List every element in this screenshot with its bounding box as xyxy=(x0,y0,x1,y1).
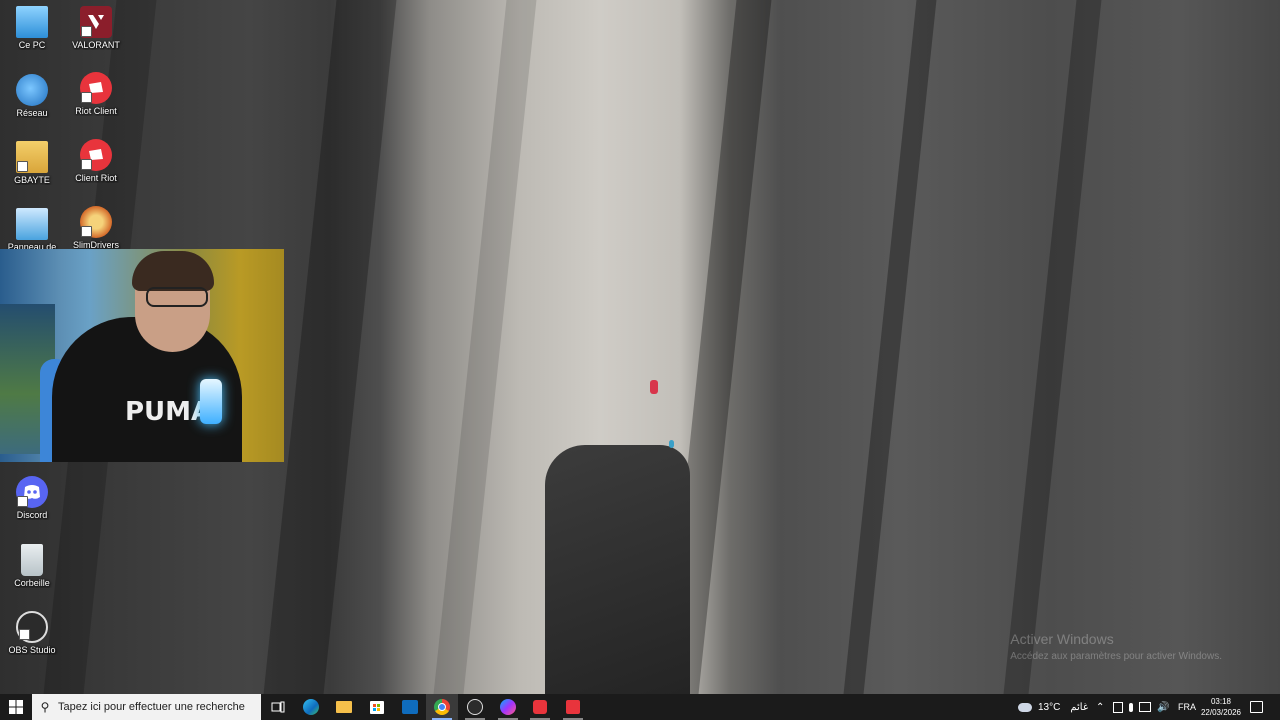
desktop-icon-discord[interactable]: Discord xyxy=(0,476,64,520)
discord-icon xyxy=(16,476,48,508)
taskbar-app-outlook[interactable] xyxy=(394,694,426,720)
desktop-wallpaper: Ce PC VALORANT Réseau Riot Client GBAYTE… xyxy=(0,0,1280,694)
obs-icon xyxy=(16,611,48,643)
desktop-icon-label: VALORANT xyxy=(72,40,120,50)
control-panel-icon xyxy=(16,208,48,240)
desktop-icon-label: OBS Studio xyxy=(8,645,56,655)
taskbar-app-chrome[interactable] xyxy=(426,694,458,720)
start-button[interactable] xyxy=(0,694,32,720)
activate-windows-watermark: Activer Windows Accédez aux paramètres p… xyxy=(1010,631,1222,665)
notification-icon xyxy=(1250,701,1263,713)
weather-temperature: 13°C xyxy=(1038,701,1061,713)
taskbar-app-store[interactable] xyxy=(361,694,393,720)
desktop-icon-label: Riot Client xyxy=(75,106,117,116)
taskbar: ⚲ Tapez ici pour effectuer une recherche xyxy=(0,694,1280,720)
desktop-icon-label: Corbeille xyxy=(14,578,50,588)
outlook-icon xyxy=(402,700,418,714)
recycle-bin-icon xyxy=(21,544,43,576)
tray-chevron-button[interactable]: ⌃ xyxy=(1096,694,1104,720)
valorant-icon xyxy=(566,700,580,714)
taskbar-app-edge[interactable] xyxy=(295,694,327,720)
task-view-button[interactable] xyxy=(262,694,294,720)
desktop-icon-label: Ce PC xyxy=(18,40,46,50)
taskbar-search-box[interactable]: ⚲ Tapez ici pour effectuer une recherche xyxy=(32,694,261,720)
desktop-icon-corbeille[interactable]: Corbeille xyxy=(0,544,64,588)
folder-icon xyxy=(16,141,48,173)
watermark-subtitle: Accédez aux paramètres pour activer Wind… xyxy=(1010,651,1222,662)
shortcut-arrow-icon xyxy=(19,629,30,640)
taskbar-app-riot-client[interactable] xyxy=(524,694,556,720)
riot-client-icon xyxy=(80,139,112,171)
slimdrivers-icon xyxy=(80,206,112,238)
desktop-icon-label: Réseau xyxy=(16,108,48,118)
desktop-icon-reseau[interactable]: Réseau xyxy=(0,74,64,118)
shortcut-arrow-icon xyxy=(17,161,28,172)
obs-icon xyxy=(467,699,483,715)
webcam-person-hair xyxy=(132,251,214,291)
chrome-icon xyxy=(434,699,450,715)
valorant-icon xyxy=(80,6,112,38)
webcam-shirt-logo: PUMA xyxy=(125,397,212,427)
shortcut-arrow-icon xyxy=(17,496,28,507)
search-icon: ⚲ xyxy=(40,700,50,714)
webcam-person-glasses xyxy=(146,287,208,307)
riot-client-icon xyxy=(533,700,547,714)
desktop-icon-ce-pc[interactable]: Ce PC xyxy=(0,6,64,50)
wallpaper-texture xyxy=(1003,0,1102,694)
desktop-icon-label: Discord xyxy=(16,510,48,520)
chevron-up-icon: ⌃ xyxy=(1096,701,1105,713)
wallpaper-boulder xyxy=(545,445,690,694)
taskbar-app-valorant[interactable] xyxy=(557,694,589,720)
taskbar-app-file-explorer[interactable] xyxy=(328,694,360,720)
wallpaper-climber xyxy=(669,440,674,448)
weather-widget[interactable]: 13°C غائم xyxy=(1018,694,1088,720)
microphone-icon[interactable] xyxy=(1129,702,1133,712)
desktop-icon-client-riot[interactable]: Client Riot xyxy=(64,139,128,183)
riot-client-icon xyxy=(80,72,112,104)
tray-icons: 🔊 xyxy=(1113,694,1169,720)
shortcut-arrow-icon xyxy=(81,26,92,37)
watermark-title: Activer Windows xyxy=(1010,631,1114,647)
weather-condition: غائم xyxy=(1070,701,1089,713)
desktop-icon-slimdrivers[interactable]: SlimDrivers xyxy=(64,206,128,250)
desktop-icon-gbayte[interactable]: GBAYTE xyxy=(0,141,64,185)
weather-cloud-icon xyxy=(1018,702,1032,712)
clock-time: 03:18 xyxy=(1210,697,1232,706)
shortcut-arrow-icon xyxy=(81,226,92,237)
wallpaper-climber xyxy=(650,380,658,394)
tray-app-icon[interactable] xyxy=(1113,701,1123,713)
language-label: FRA xyxy=(1178,702,1196,712)
store-icon xyxy=(370,700,384,714)
desktop-icon-panneau[interactable]: Panneau de xyxy=(0,208,64,252)
computer-icon xyxy=(16,6,48,38)
webcam-overlay: PUMA xyxy=(0,249,284,462)
desktop-icon-label: GBAYTE xyxy=(14,175,50,185)
clock-date: 22/03/2026 xyxy=(1200,708,1242,717)
desktop-icon-valorant[interactable]: VALORANT xyxy=(64,6,128,50)
wallpaper-texture xyxy=(843,0,937,694)
wallpaper-texture xyxy=(433,0,537,694)
desktop-icon-label: Client Riot xyxy=(75,173,117,183)
notification-center-button[interactable] xyxy=(1250,694,1263,720)
desktop-icon-riot-client[interactable]: Riot Client xyxy=(64,72,128,116)
edge-icon xyxy=(303,699,319,715)
webcam-microphone xyxy=(200,379,222,424)
taskbar-app-obs[interactable] xyxy=(459,694,491,720)
network-icon xyxy=(16,74,48,106)
shortcut-arrow-icon xyxy=(81,92,92,103)
file-explorer-icon xyxy=(336,701,352,713)
windows-logo-icon xyxy=(9,700,23,714)
search-placeholder: Tapez ici pour effectuer une recherche xyxy=(58,701,245,713)
desktop-icon-obs-studio[interactable]: OBS Studio xyxy=(0,611,64,655)
network-icon[interactable] xyxy=(1139,702,1151,712)
taskbar-app-messenger[interactable] xyxy=(492,694,524,720)
clock[interactable]: 03:18 22/03/2026 xyxy=(1200,694,1242,720)
volume-icon[interactable]: 🔊 xyxy=(1157,702,1169,713)
task-view-icon xyxy=(271,701,285,713)
shortcut-arrow-icon xyxy=(81,159,92,170)
language-indicator[interactable]: FRA xyxy=(1178,694,1196,720)
messenger-icon xyxy=(500,699,516,715)
